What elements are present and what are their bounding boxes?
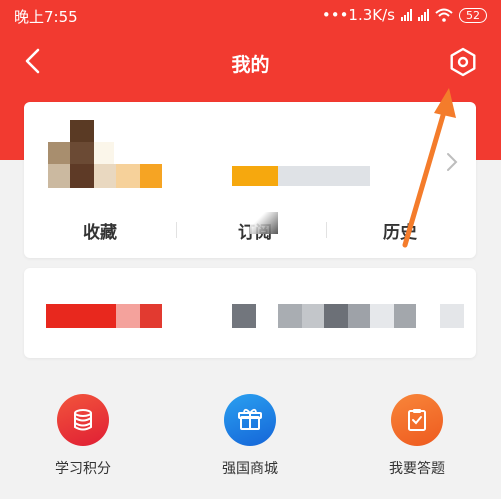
annotation-arrow xyxy=(402,88,456,248)
